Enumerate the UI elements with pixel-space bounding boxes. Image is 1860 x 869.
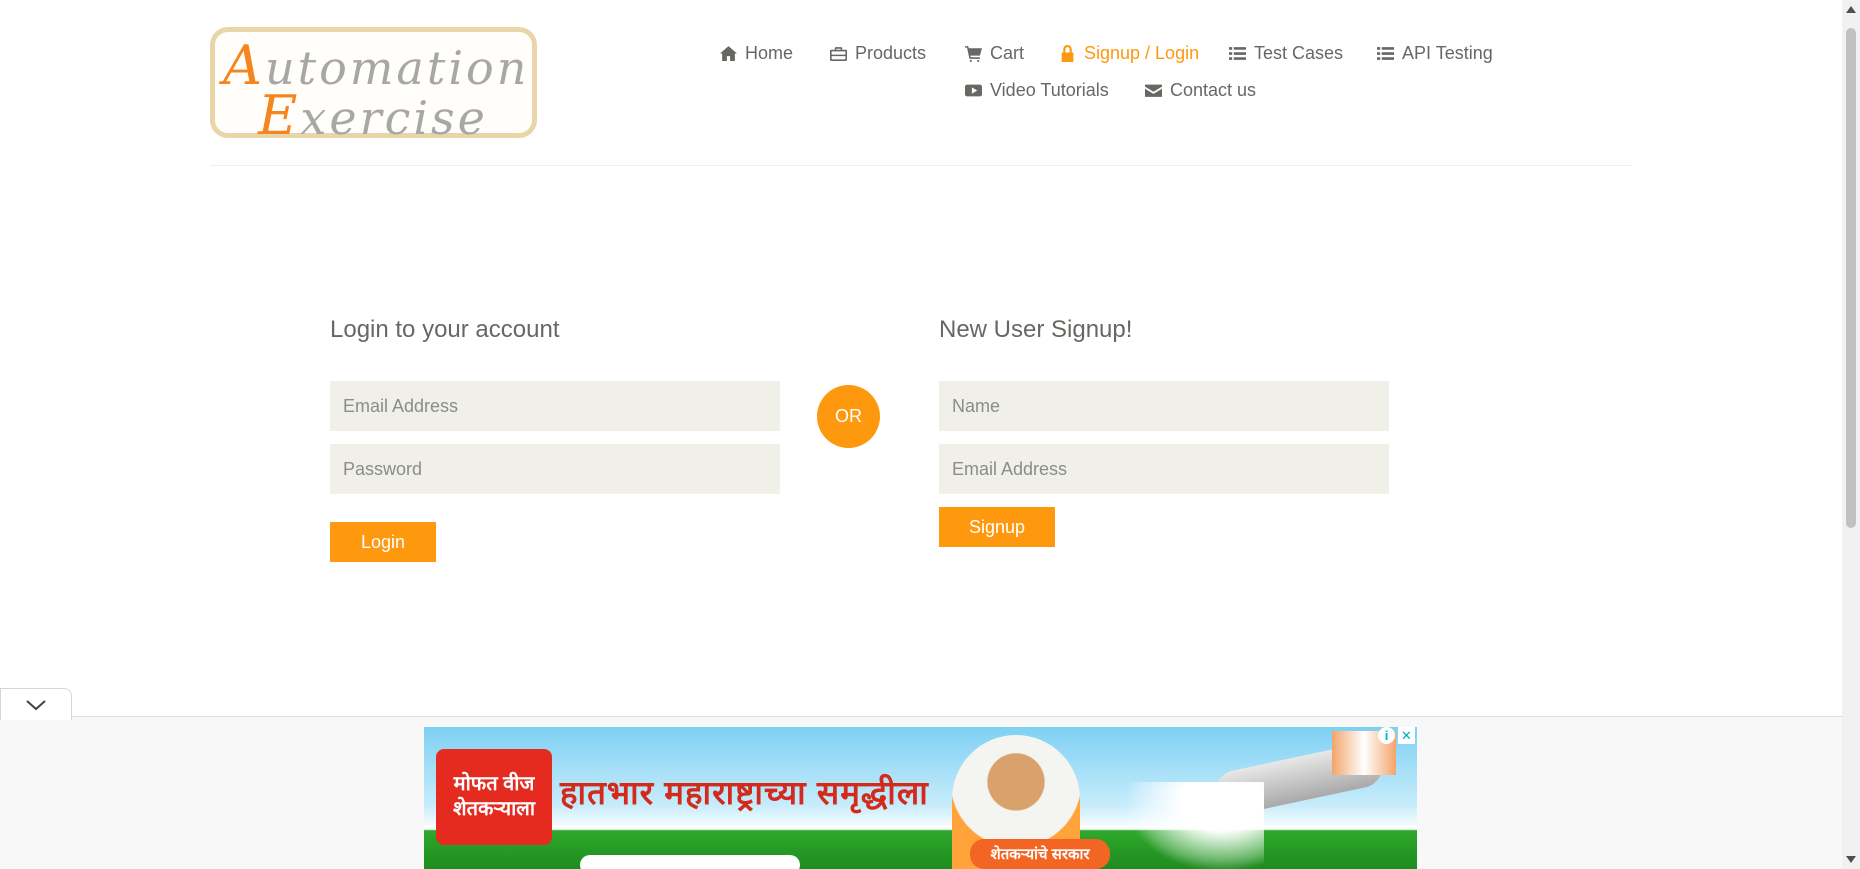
nav-item-contact-us[interactable]: Contact us xyxy=(1145,77,1256,103)
ad-badge-line1: मोफत वीज xyxy=(453,773,535,795)
ad-bottom-pill xyxy=(580,855,800,869)
signup-title: New User Signup! xyxy=(939,316,1133,343)
nav-label-home: Home xyxy=(745,42,794,63)
ad-sub-badge: शेतकऱ्यांचे सरकार xyxy=(970,839,1110,869)
login-password-input[interactable] xyxy=(330,444,780,494)
nav-label-cart: Cart xyxy=(990,42,1025,63)
lock-icon xyxy=(1061,44,1074,62)
login-button[interactable]: Login xyxy=(330,522,436,562)
header-divider xyxy=(210,165,1632,166)
briefcase-icon xyxy=(830,46,847,61)
ad-banner[interactable]: मोफत वीज शेतकऱ्याला हातभार महाराष्ट्राच्… xyxy=(424,727,1417,869)
login-title: Login to your account xyxy=(330,316,560,343)
nav-item-home[interactable]: Home xyxy=(720,40,793,66)
scroll-down-icon[interactable] xyxy=(1846,856,1856,863)
nav-item-products[interactable]: Products xyxy=(830,40,926,66)
signup-button[interactable]: Signup xyxy=(939,507,1055,547)
nav-label-signup-login: Signup / Login xyxy=(1084,42,1200,63)
nav-label-api-testing: API Testing xyxy=(1402,42,1493,63)
signup-name-input[interactable] xyxy=(939,381,1389,431)
ad-headline: हातभार महाराष्ट्राच्या समृद्धीला xyxy=(560,774,929,811)
nav-label-products: Products xyxy=(855,42,927,63)
scroll-up-icon[interactable] xyxy=(1846,6,1856,13)
nav-label-contact-us: Contact us xyxy=(1170,79,1257,100)
nav-item-api-testing[interactable]: API Testing xyxy=(1377,40,1493,66)
page-scrollbar[interactable] xyxy=(1842,0,1860,869)
nav-item-signup-login[interactable]: Signup / Login xyxy=(1059,40,1199,66)
list-icon xyxy=(1229,46,1246,60)
logo-cap-e: E xyxy=(258,84,301,147)
home-icon xyxy=(720,45,737,61)
info-icon[interactable]: i xyxy=(1378,727,1395,744)
youtube-play-icon xyxy=(965,84,982,96)
nav-item-video-tutorials[interactable]: Video Tutorials xyxy=(965,77,1109,103)
close-icon[interactable]: ✕ xyxy=(1398,727,1415,744)
nav-item-test-cases[interactable]: Test Cases xyxy=(1229,40,1343,66)
ad-collapse-tab[interactable] xyxy=(0,688,72,720)
ad-red-badge: मोफत वीज शेतकऱ्याला xyxy=(436,749,552,845)
nav-label-video-tutorials: Video Tutorials xyxy=(990,79,1109,100)
signup-email-input[interactable] xyxy=(939,444,1389,494)
site-logo[interactable]: Automation Exercise xyxy=(210,27,537,147)
chevron-down-icon xyxy=(26,699,46,710)
cart-icon xyxy=(965,45,982,62)
nav-item-cart[interactable]: Cart xyxy=(965,40,1024,66)
nav-label-test-cases: Test Cases xyxy=(1254,42,1344,63)
scroll-thumb[interactable] xyxy=(1846,28,1856,528)
or-separator: OR xyxy=(817,385,880,448)
ad-badge-line2: शेतकऱ्याला xyxy=(452,798,536,820)
logo-word-exercise: xercise xyxy=(300,91,488,145)
ad-water-image xyxy=(1124,782,1264,869)
list-icon xyxy=(1377,46,1394,60)
login-email-input[interactable] xyxy=(330,381,780,431)
envelope-icon xyxy=(1145,84,1162,97)
